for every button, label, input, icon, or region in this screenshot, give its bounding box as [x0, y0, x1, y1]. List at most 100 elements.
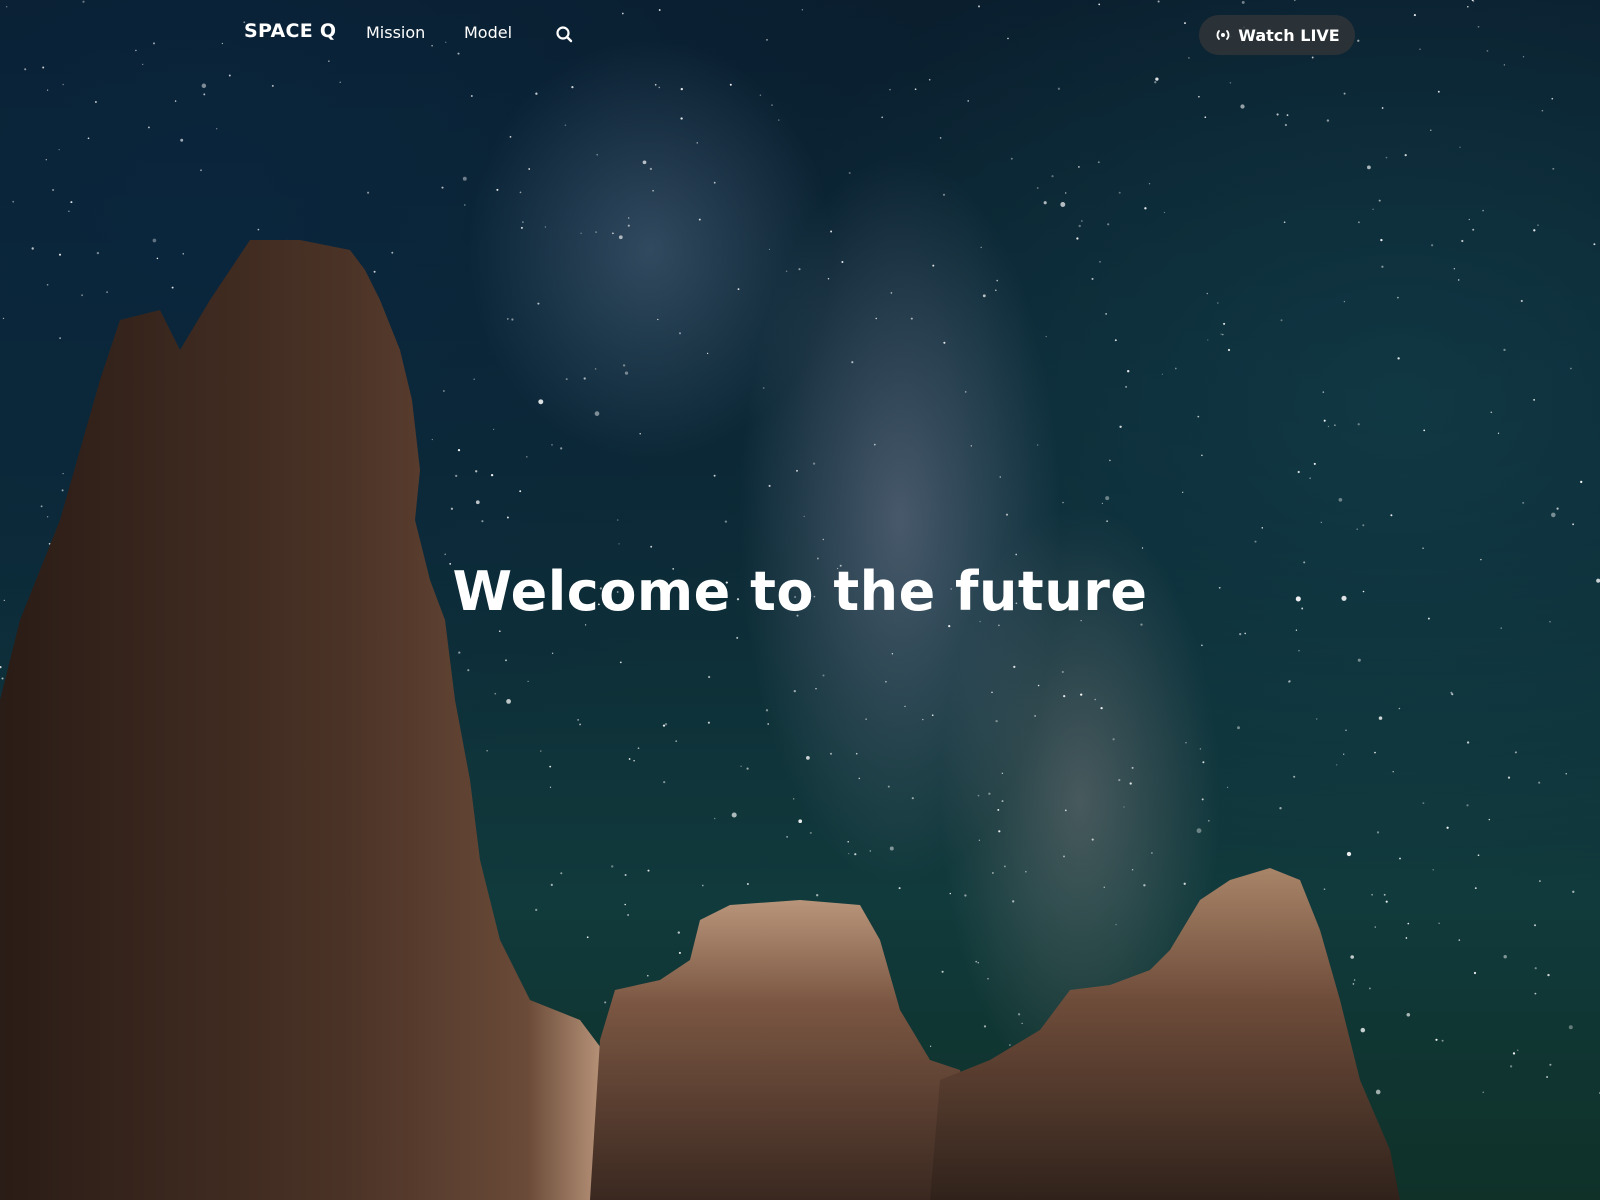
star [1276, 113, 1279, 116]
star [1378, 716, 1383, 720]
star [1148, 182, 1151, 185]
star [1357, 658, 1361, 662]
star [1551, 512, 1556, 518]
star [762, 387, 765, 389]
star [583, 377, 586, 380]
search-button[interactable] [554, 24, 576, 46]
star [1533, 924, 1537, 927]
star [891, 653, 894, 655]
star [932, 264, 935, 267]
star [1353, 979, 1356, 981]
star [1222, 333, 1224, 336]
star [1552, 167, 1555, 170]
star [1423, 429, 1426, 432]
star [1327, 425, 1330, 428]
watch-live-button[interactable]: Watch LIVE [1199, 15, 1355, 55]
star [996, 279, 999, 282]
star [612, 232, 614, 235]
star [147, 126, 150, 129]
star [525, 455, 528, 458]
star [1374, 751, 1376, 754]
star [977, 794, 980, 797]
star [182, 253, 185, 255]
star [941, 970, 944, 973]
star [796, 469, 798, 472]
star [585, 624, 587, 626]
star [1385, 156, 1388, 159]
star [1151, 852, 1153, 854]
star [1105, 313, 1107, 315]
star [829, 752, 833, 755]
star [1141, 547, 1144, 549]
star [1076, 237, 1079, 240]
star [551, 652, 554, 655]
star [1103, 886, 1106, 889]
star [549, 765, 552, 768]
star [1201, 798, 1204, 801]
hero-section: SPACE Q Mission Model Watch LIVE Welcome… [0, 0, 1600, 1200]
star [1239, 632, 1242, 636]
star [442, 390, 445, 392]
star [964, 391, 967, 393]
star [1244, 632, 1246, 635]
star [928, 78, 931, 81]
star [528, 168, 531, 170]
star [1183, 882, 1186, 885]
star [812, 462, 816, 465]
star [1237, 726, 1240, 730]
star [494, 692, 497, 695]
star [509, 136, 512, 138]
star [1512, 1052, 1516, 1055]
brand-logo[interactable]: SPACE Q [244, 20, 336, 42]
star [827, 278, 830, 280]
star [2, 317, 5, 320]
star [1466, 804, 1469, 807]
star [1457, 279, 1460, 281]
star [948, 624, 951, 628]
star [858, 777, 861, 780]
star [565, 378, 568, 381]
star [675, 740, 678, 742]
star [1441, 1039, 1444, 1042]
star [505, 659, 507, 662]
star [662, 724, 666, 727]
star [511, 318, 514, 321]
star [1477, 854, 1480, 857]
star [854, 853, 857, 856]
nav-link-mission[interactable]: Mission [366, 23, 425, 42]
star [506, 318, 509, 320]
star [1343, 92, 1346, 95]
star [498, 630, 501, 633]
star [1497, 432, 1500, 434]
star [1143, 884, 1146, 887]
star [1381, 107, 1384, 109]
star [1500, 627, 1502, 629]
star [1482, 1091, 1484, 1093]
star [1556, 507, 1559, 510]
star [995, 289, 997, 291]
star [1541, 109, 1544, 112]
star [1404, 153, 1407, 157]
star [1514, 751, 1517, 754]
rock-formation-right [930, 868, 1400, 1200]
star [678, 332, 682, 335]
star [1081, 220, 1083, 222]
star [1091, 277, 1094, 280]
star [1399, 857, 1401, 860]
star [1118, 191, 1121, 194]
star [793, 689, 796, 693]
nav-link-model[interactable]: Model [464, 23, 512, 42]
star [1383, 893, 1386, 896]
star [624, 371, 629, 375]
star [1538, 880, 1541, 883]
star [1204, 116, 1207, 119]
star [520, 226, 523, 229]
star [929, 1045, 932, 1047]
star [622, 364, 626, 367]
star [200, 169, 202, 172]
star [174, 100, 177, 102]
star [216, 128, 218, 130]
star [624, 903, 627, 906]
star [680, 87, 683, 91]
star [995, 719, 998, 723]
